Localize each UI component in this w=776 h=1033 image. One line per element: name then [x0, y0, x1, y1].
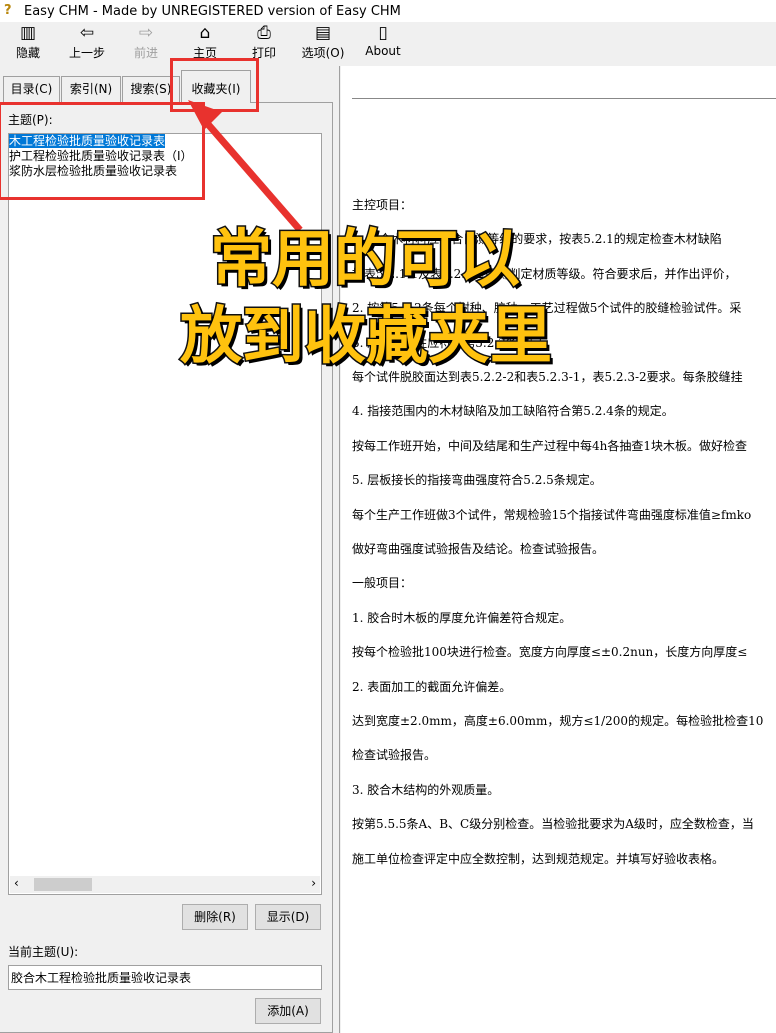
arrow-head: [188, 100, 222, 130]
caption-line-2: 放到收藏夹里: [178, 298, 553, 374]
annotation-arrow: [188, 100, 303, 233]
